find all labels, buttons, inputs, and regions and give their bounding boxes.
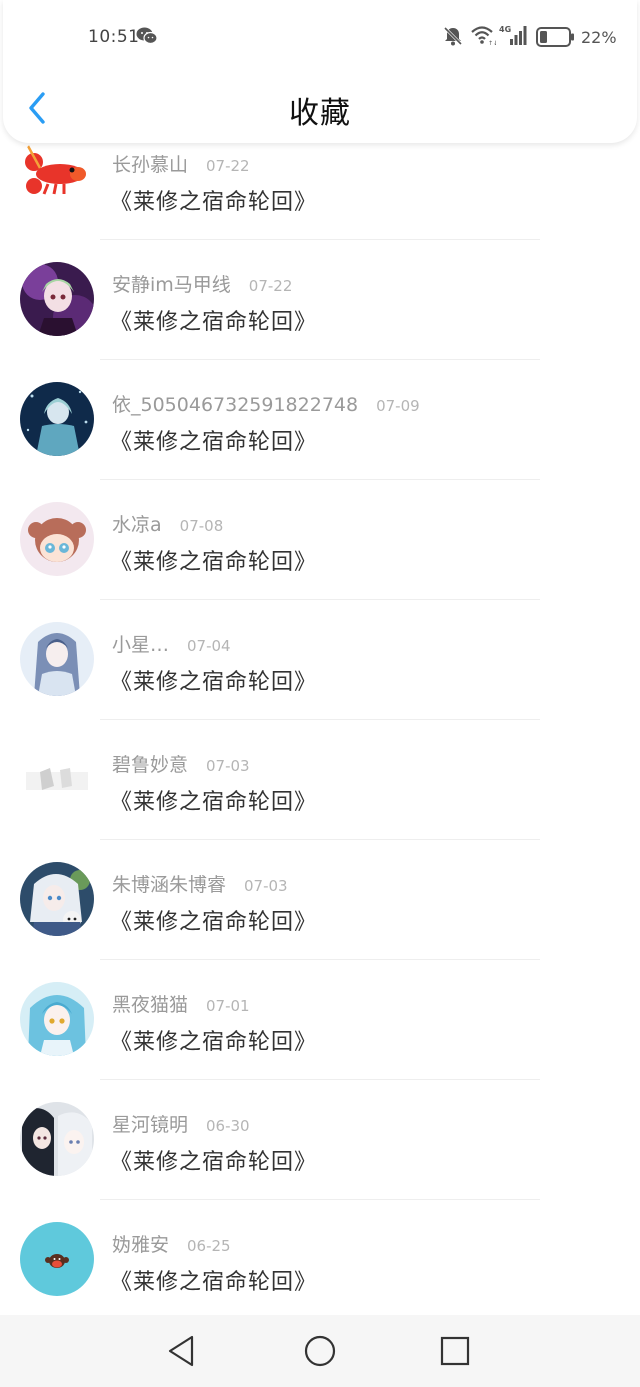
favorite-book-title[interactable]: 《莱修之宿命轮回》 xyxy=(110,424,317,456)
wifi-icon: ↑↓ xyxy=(471,26,496,46)
favorite-item[interactable]: 星河镜明 06-30 《莱修之宿命轮回》 xyxy=(0,1080,640,1200)
username-text: 黑夜猫猫 xyxy=(112,994,189,1016)
chibi-girl-avatar[interactable] xyxy=(20,502,94,576)
favorite-item[interactable]: 安静im马甲线 07-22 《莱修之宿命轮回》 xyxy=(0,240,640,360)
favorite-book-title[interactable]: 《莱修之宿命轮回》 xyxy=(110,904,317,936)
favorite-username: 黑夜猫猫 07-01 xyxy=(112,990,250,1017)
favorite-date: 06-25 xyxy=(187,1237,231,1255)
favorite-date: 06-30 xyxy=(206,1117,250,1135)
status-time: 10:51 xyxy=(88,27,140,47)
favorite-username: 妫雅安 06-25 xyxy=(112,1230,231,1257)
default-gray-avatar[interactable] xyxy=(20,742,94,816)
wechat-icon xyxy=(136,27,158,45)
teal-hair-avatar[interactable] xyxy=(20,982,94,1056)
username-text: 小星… xyxy=(112,634,170,656)
username-text: 星河镜明 xyxy=(112,1114,189,1136)
favorite-username: 水凉a 07-08 xyxy=(112,510,223,537)
username-text: 碧鲁妙意 xyxy=(112,754,189,776)
favorite-username: 碧鲁妙意 07-03 xyxy=(112,750,250,777)
monkey-avatar[interactable] xyxy=(20,1222,94,1296)
header: 10:51 ↑↓ 4G 22% 收藏 xyxy=(3,0,637,143)
username-text: 依_5050467325918227​48 xyxy=(112,394,359,416)
square-recent-icon[interactable] xyxy=(437,1333,473,1369)
favorite-book-title[interactable]: 《莱修之宿命轮回》 xyxy=(110,664,317,696)
circle-home-icon[interactable] xyxy=(302,1333,338,1369)
battery-icon xyxy=(536,27,574,47)
username-text: 妫雅安 xyxy=(112,1234,170,1256)
favorite-date: 07-04 xyxy=(187,637,231,655)
favorite-username: 小星… 07-04 xyxy=(112,630,231,657)
favorite-book-title[interactable]: 《莱修之宿命轮回》 xyxy=(110,784,317,816)
favorite-item[interactable]: 朱博涵朱博睿 07-03 《莱修之宿命轮回》 xyxy=(0,840,640,960)
favorite-date: 07-22 xyxy=(206,157,250,175)
white-hair-avatar[interactable] xyxy=(20,862,94,936)
favorite-book-title[interactable]: 《莱修之宿命轮回》 xyxy=(110,1264,317,1296)
svg-text:4G: 4G xyxy=(499,25,511,34)
page-title: 收藏 xyxy=(289,96,351,131)
anime-girl-purple-avatar[interactable] xyxy=(20,262,94,336)
signal-icon: 4G xyxy=(499,25,527,45)
system-nav-bar xyxy=(0,1315,640,1387)
triangle-back-icon[interactable] xyxy=(164,1333,200,1369)
username-text: 安静im马甲线 xyxy=(112,274,231,296)
favorite-book-title[interactable]: 《莱修之宿命轮回》 xyxy=(110,304,317,336)
screen: 10:51 ↑↓ 4G 22% 收藏 长孙慕山 07-22 《莱修之宿命轮回》 … xyxy=(0,0,640,1387)
starry-night-avatar[interactable] xyxy=(20,382,94,456)
favorite-item[interactable]: 小星… 07-04 《莱修之宿命轮回》 xyxy=(0,600,640,720)
battery-percentage: 22% xyxy=(581,28,617,47)
favorite-date: 07-09 xyxy=(376,397,420,415)
favorite-username: 依_5050467325918227​48 07-09 xyxy=(112,390,420,417)
favorite-username: 朱博涵朱博睿 07-03 xyxy=(112,870,288,897)
favorite-date: 07-01 xyxy=(206,997,250,1015)
favorite-date: 07-03 xyxy=(244,877,288,895)
favorite-username: 星河镜明 06-30 xyxy=(112,1110,250,1137)
favorite-book-title[interactable]: 《莱修之宿命轮回》 xyxy=(110,544,317,576)
bell-off-icon xyxy=(443,26,463,46)
favorite-book-title[interactable]: 《莱修之宿命轮回》 xyxy=(110,184,317,216)
username-text: 朱博涵朱博睿 xyxy=(112,874,227,896)
svg-text:↑↓: ↑↓ xyxy=(488,40,496,46)
favorite-item[interactable]: 碧鲁妙意 07-03 《莱修之宿命轮回》 xyxy=(0,720,640,840)
status-bar: 10:51 ↑↓ 4G 22% xyxy=(3,0,637,76)
favorite-item[interactable]: 水凉a 07-08 《莱修之宿命轮回》 xyxy=(0,480,640,600)
blue-hair-avatar[interactable] xyxy=(20,622,94,696)
favorite-date: 07-08 xyxy=(179,517,224,535)
username-text: 长孙慕山 xyxy=(112,154,189,176)
lobster-avatar[interactable] xyxy=(20,132,94,206)
favorite-date: 07-03 xyxy=(206,757,250,775)
favorite-item[interactable]: 依_5050467325918227​48 07-09 《莱修之宿命轮回》 xyxy=(0,360,640,480)
duo-anime-avatar[interactable] xyxy=(20,1102,94,1176)
favorite-date: 07-22 xyxy=(248,277,293,295)
favorite-username: 安静im马甲线 07-22 xyxy=(112,270,292,297)
favorite-username: 长孙慕山 07-22 xyxy=(112,150,250,177)
favorite-item[interactable]: 妫雅安 06-25 《莱修之宿命轮回》 xyxy=(0,1200,640,1320)
favorite-book-title[interactable]: 《莱修之宿命轮回》 xyxy=(110,1024,317,1056)
favorite-book-title[interactable]: 《莱修之宿命轮回》 xyxy=(110,1144,317,1176)
favorite-item[interactable]: 黑夜猫猫 07-01 《莱修之宿命轮回》 xyxy=(0,960,640,1080)
username-text: 水凉a xyxy=(112,514,162,536)
